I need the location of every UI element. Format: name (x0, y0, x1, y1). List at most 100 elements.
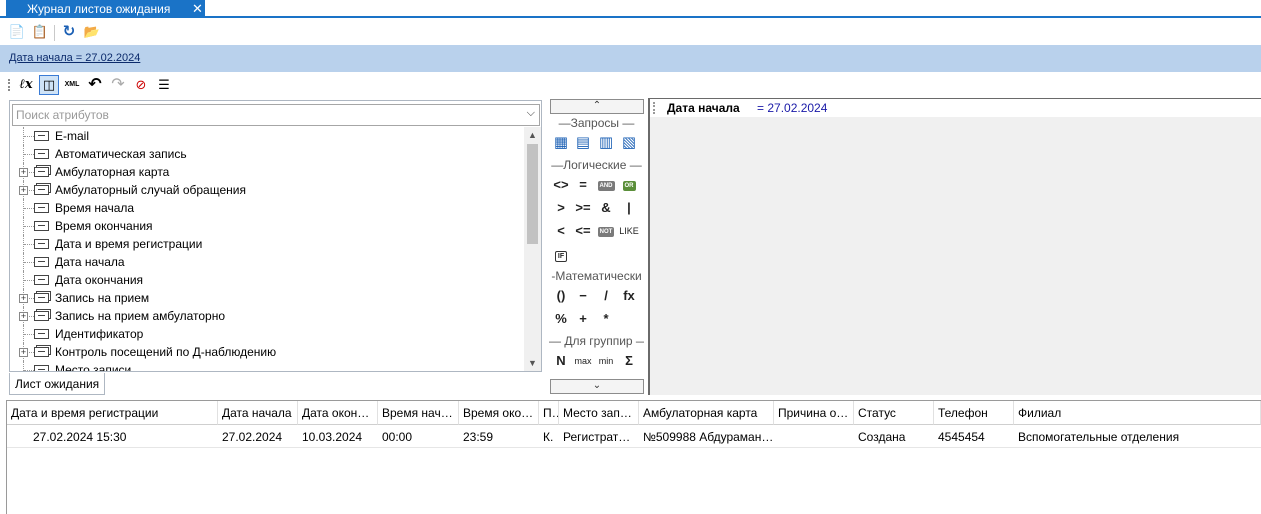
operator-button[interactable]: N (551, 352, 571, 370)
column-header[interactable]: Телефон (934, 401, 1014, 425)
operator-button[interactable]: ▦ (551, 134, 571, 152)
tab-waiting-list[interactable]: Лист ожидания (9, 373, 105, 395)
column-header[interactable]: Статус (854, 401, 934, 425)
tree-item-label: Дата окончания (55, 273, 144, 287)
table-cell[interactable]: 10.03.2024 (298, 427, 378, 447)
operator-button[interactable]: <> (551, 176, 571, 194)
operator-button[interactable]: ▤ (573, 134, 593, 152)
table-cell[interactable]: №509988 Абдураман… (639, 427, 774, 447)
redo-icon[interactable]: ↷ (109, 76, 127, 94)
column-header[interactable]: Дата окон… (298, 401, 378, 425)
operator-button[interactable]: % (551, 310, 571, 328)
refresh-icon[interactable]: ↻ (60, 23, 78, 41)
operator-button[interactable]: * (596, 310, 616, 328)
close-icon[interactable]: ✕ (192, 0, 203, 17)
tree-item[interactable]: Автоматическая запись (10, 145, 522, 163)
chevron-down-icon[interactable]: ⌵ (527, 107, 535, 120)
tab-title: Журнал листов ожидания (27, 2, 171, 16)
operator-button[interactable]: Σ (619, 352, 639, 370)
formula-icon[interactable]: ℓx (17, 76, 35, 94)
table-cell[interactable]: Вспомогательные отделения (1014, 427, 1261, 447)
operator-button[interactable]: IF (551, 245, 571, 263)
column-header[interactable]: П… (539, 401, 559, 425)
column-header[interactable]: Время око… (459, 401, 539, 425)
tree-item[interactable]: + Амбулаторный случай обращения (10, 181, 522, 199)
operator-button[interactable]: & (596, 199, 616, 217)
expand-icon[interactable]: + (19, 348, 28, 357)
palette-scroll-up-button[interactable]: ⌃ (550, 99, 644, 114)
clear-filter-icon[interactable]: ⊘ (132, 76, 150, 94)
operator-button[interactable]: > (551, 199, 571, 217)
tree-item[interactable]: + Запись на прием амбулаторно (10, 307, 522, 325)
operator-button[interactable]: | (619, 199, 639, 217)
operator-button[interactable]: >= (573, 199, 593, 217)
operator-button[interactable]: + (573, 310, 593, 328)
column-header[interactable]: Время нач… (378, 401, 459, 425)
operator-button[interactable]: ▧ (619, 134, 639, 152)
column-header[interactable]: Причина о… (774, 401, 854, 425)
operator-button[interactable]: fx (619, 287, 639, 305)
operator-button[interactable]: min (596, 352, 616, 370)
condition-value[interactable]: = 27.02.2024 (757, 101, 827, 115)
tree-item[interactable]: Дата окончания (10, 271, 522, 289)
column-header[interactable]: Филиал (1014, 401, 1261, 425)
open-folder-icon[interactable]: 📂 (83, 23, 101, 41)
operator-button[interactable]: NOT (596, 222, 616, 240)
operator-button[interactable]: () (551, 287, 571, 305)
tree-item[interactable]: Время окончания (10, 217, 522, 235)
table-cell[interactable]: 23:59 (459, 427, 539, 447)
condition-field[interactable]: Дата начала (667, 101, 740, 115)
new-document-icon[interactable]: 📄 (8, 23, 26, 41)
tree-item[interactable]: + Запись на прием (10, 289, 522, 307)
tree-item[interactable]: E-mail (10, 127, 522, 145)
expand-icon[interactable]: + (19, 312, 28, 321)
operator-button[interactable]: max (573, 352, 593, 370)
column-header[interactable]: Амбулаторная карта (639, 401, 774, 425)
copy-document-icon[interactable]: 📋 (31, 23, 49, 41)
tree-item[interactable]: Дата начала (10, 253, 522, 271)
attribute-search-input[interactable] (13, 105, 521, 125)
operator-button[interactable]: − (573, 287, 593, 305)
tree-item[interactable]: Идентификатор (10, 325, 522, 343)
operator-button[interactable]: OR (619, 176, 639, 194)
column-header[interactable]: Место запи… (559, 401, 639, 425)
expand-icon[interactable]: + (19, 168, 28, 177)
filter-summary-link[interactable]: Дата начала = 27.02.2024 (9, 52, 140, 64)
scrollbar-thumb[interactable] (527, 144, 538, 244)
xml-icon[interactable]: XML (63, 76, 81, 94)
expand-icon[interactable]: + (19, 294, 28, 303)
tab-waiting-list-journal[interactable]: Журнал листов ожидания ✕ (6, 0, 205, 18)
expression-condition[interactable]: Дата начала = 27.02.2024 (650, 99, 1261, 117)
tree-item[interactable]: Дата и время регистрации (10, 235, 522, 253)
table-cell[interactable]: 27.02.2024 15:30 (7, 427, 218, 447)
palette-scroll-down-button[interactable]: ⌄ (550, 379, 644, 394)
table-cell[interactable]: Создана (854, 427, 934, 447)
table-cell[interactable]: 27.02.2024 (218, 427, 298, 447)
operator-button[interactable]: ▥ (596, 134, 616, 152)
table-cell[interactable]: К. (539, 427, 559, 447)
tree-item[interactable]: + Контроль посещений по Д-наблюдению (10, 343, 522, 361)
scroll-down-icon[interactable]: ▼ (524, 355, 541, 371)
expand-icon[interactable]: + (19, 186, 28, 195)
table-cell[interactable]: 00:00 (378, 427, 459, 447)
column-header[interactable]: Дата и время регистрации (7, 401, 218, 425)
table-cell[interactable]: Регистрат… (559, 427, 639, 447)
table-cell[interactable] (774, 427, 854, 447)
tree-item[interactable]: Время начала (10, 199, 522, 217)
scroll-up-icon[interactable]: ▲ (524, 127, 541, 143)
operator-button[interactable]: = (573, 176, 593, 194)
filter-design-icon[interactable]: ◫ (39, 75, 59, 95)
table-cell[interactable]: 4545454 (934, 427, 1014, 447)
list-icon[interactable]: ☰ (155, 76, 173, 94)
column-header[interactable]: Дата начала (218, 401, 298, 425)
operator-button[interactable]: <= (573, 222, 593, 240)
tree-item[interactable]: Место записи (10, 361, 522, 371)
undo-icon[interactable]: ↶ (86, 76, 104, 94)
drag-handle-icon[interactable] (653, 102, 659, 114)
attribute-tree-scrollbar[interactable]: ▲ ▼ (524, 127, 541, 371)
operator-button[interactable]: / (596, 287, 616, 305)
operator-button[interactable]: AND (596, 176, 616, 194)
operator-button[interactable]: < (551, 222, 571, 240)
operator-button[interactable]: LIKE (619, 222, 639, 240)
tree-item[interactable]: + Амбулаторная карта (10, 163, 522, 181)
